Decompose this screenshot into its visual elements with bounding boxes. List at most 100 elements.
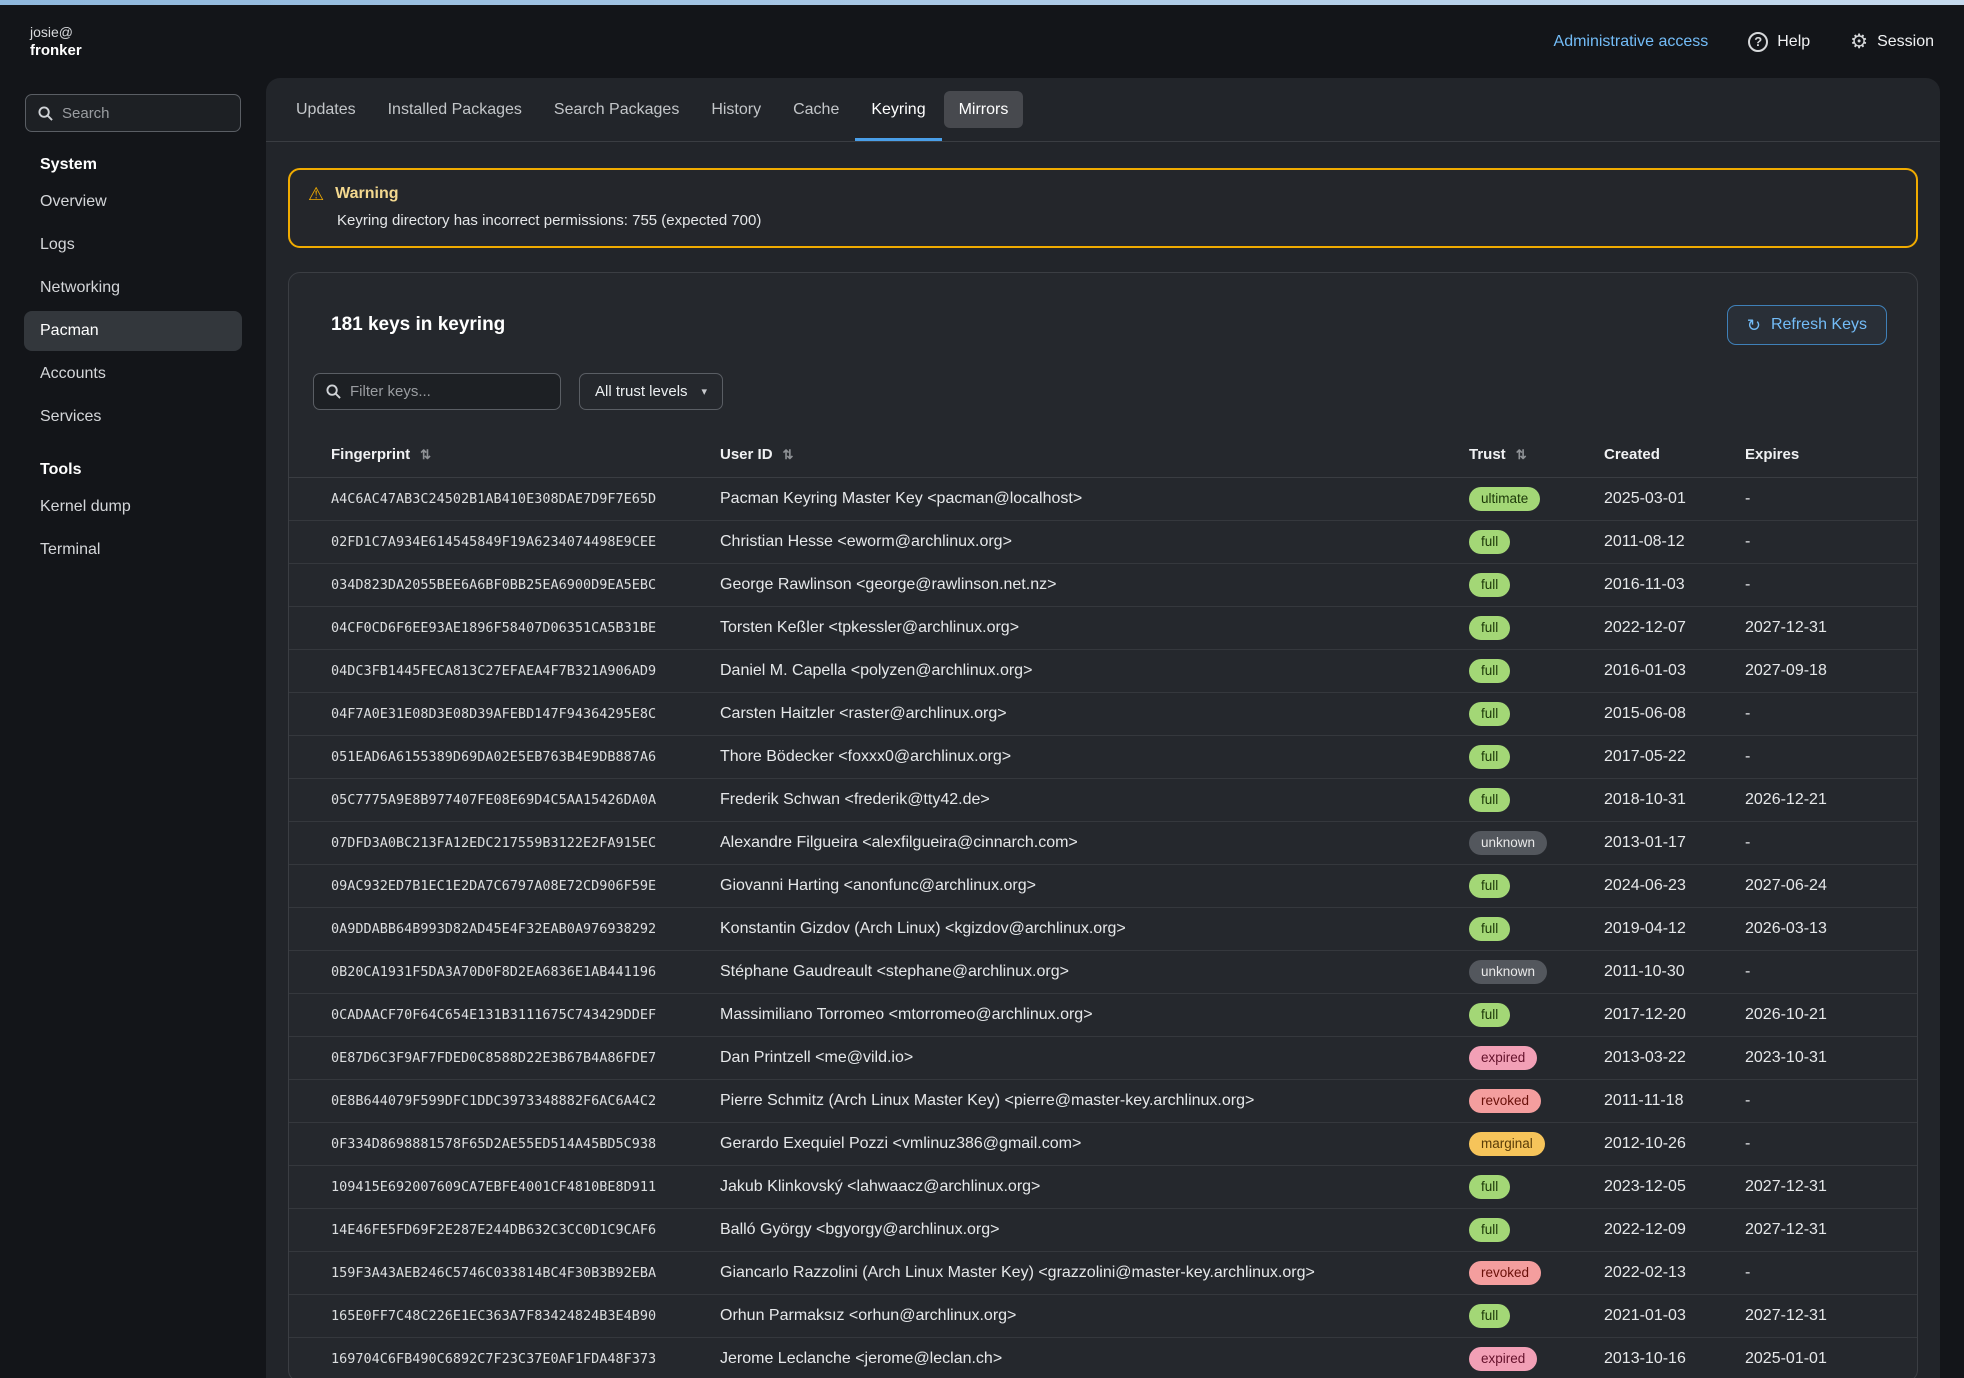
- trust-badge: expired: [1469, 1046, 1537, 1070]
- column-label-created: Created: [1604, 446, 1660, 463]
- tab-bar: UpdatesInstalled PackagesSearch Packages…: [266, 78, 1940, 142]
- trust-badge: unknown: [1469, 960, 1547, 984]
- key-user-id: Giovanni Harting <anonfunc@archlinux.org…: [720, 877, 1469, 895]
- masthead-host: fronker: [30, 41, 82, 61]
- trust-level-dropdown-label: All trust levels: [595, 383, 688, 400]
- key-created: 2016-01-03: [1604, 662, 1745, 680]
- column-header-user-id[interactable]: User ID ⇅: [720, 446, 1469, 463]
- column-header-trust[interactable]: Trust ⇅: [1469, 446, 1604, 463]
- trust-badge: full: [1469, 702, 1510, 726]
- column-header-fingerprint[interactable]: Fingerprint ⇅: [313, 446, 720, 463]
- sidebar-item-terminal[interactable]: Terminal: [24, 530, 242, 570]
- trust-badge: full: [1469, 1218, 1510, 1242]
- key-trust-cell: ultimate: [1469, 487, 1604, 511]
- trust-level-dropdown[interactable]: All trust levels ▾: [579, 373, 723, 410]
- sidebar-item-overview[interactable]: Overview: [24, 182, 242, 222]
- key-created: 2011-10-30: [1604, 963, 1745, 981]
- key-user-id: Christian Hesse <eworm@archlinux.org>: [720, 533, 1469, 551]
- table-row: A4C6AC47AB3C24502B1AB410E308DAE7D9F7E65D…: [289, 478, 1917, 521]
- column-header-expires: Expires: [1745, 446, 1893, 463]
- key-expires: -: [1745, 834, 1893, 852]
- masthead-actions: Administrative access ? Help ⚙ Session: [1554, 32, 1934, 52]
- key-expires: -: [1745, 748, 1893, 766]
- filter-keys-box[interactable]: [313, 373, 561, 410]
- chevron-down-icon: ▾: [702, 385, 708, 398]
- key-created: 2016-11-03: [1604, 576, 1745, 594]
- key-fingerprint: 109415E692007609CA7EBFE4001CF4810BE8D911: [313, 1179, 720, 1195]
- key-fingerprint: 04F7A0E31E08D3E08D39AFEBD147F94364295E8C: [313, 706, 720, 722]
- main-panel: UpdatesInstalled PackagesSearch Packages…: [266, 78, 1940, 1378]
- key-fingerprint: 0A9DDABB64B993D82AD45E4F32EAB0A976938292: [313, 921, 720, 937]
- keyring-card: 181 keys in keyring ↻ Refresh Keys A: [288, 272, 1918, 1378]
- help-menu-button[interactable]: ? Help: [1748, 32, 1810, 52]
- key-fingerprint: A4C6AC47AB3C24502B1AB410E308DAE7D9F7E65D: [313, 491, 720, 507]
- key-trust-cell: full: [1469, 616, 1604, 640]
- sidebar-item-services[interactable]: Services: [24, 397, 242, 437]
- key-user-id: Konstantin Gizdov (Arch Linux) <kgizdov@…: [720, 920, 1469, 938]
- sidebar-item-logs[interactable]: Logs: [24, 225, 242, 265]
- key-expires: 2027-12-31: [1745, 1307, 1893, 1325]
- key-user-id: Orhun Parmaksız <orhun@archlinux.org>: [720, 1307, 1469, 1325]
- table-row: 159F3A43AEB246C5746C033814BC4F30B3B92EBA…: [289, 1252, 1917, 1295]
- host-user-block: josie@ fronker: [30, 23, 82, 61]
- filter-keys-input[interactable]: [350, 383, 548, 400]
- tab-mirrors[interactable]: Mirrors: [944, 91, 1024, 128]
- key-trust-cell: marginal: [1469, 1132, 1604, 1156]
- gear-icon: ⚙: [1850, 32, 1868, 52]
- tab-installed-packages[interactable]: Installed Packages: [372, 78, 538, 141]
- key-fingerprint: 05C7775A9E8B977407FE08E69D4C5AA15426DA0A: [313, 792, 720, 808]
- trust-badge: unknown: [1469, 831, 1547, 855]
- trust-badge: full: [1469, 917, 1510, 941]
- page-layout: SystemOverviewLogsNetworkingPacmanAccoun…: [0, 78, 1964, 1378]
- key-trust-cell: full: [1469, 874, 1604, 898]
- key-created: 2021-01-03: [1604, 1307, 1745, 1325]
- tab-keyring[interactable]: Keyring: [855, 78, 941, 141]
- tab-search-packages[interactable]: Search Packages: [538, 78, 695, 141]
- table-row: 0B20CA1931F5DA3A70D0F8D2EA6836E1AB441196…: [289, 951, 1917, 994]
- column-label-expires: Expires: [1745, 446, 1799, 463]
- sidebar-item-pacman[interactable]: Pacman: [24, 311, 242, 351]
- tab-updates[interactable]: Updates: [280, 78, 372, 141]
- table-row: 0CADAACF70F64C654E131B3111675C743429DDEF…: [289, 994, 1917, 1037]
- refresh-keys-label: Refresh Keys: [1771, 316, 1867, 334]
- content-area: ⚠ Warning Keyring directory has incorrec…: [266, 142, 1940, 1378]
- tab-cache[interactable]: Cache: [777, 78, 855, 141]
- table-row: 04CF0CD6F6EE93AE1896F58407D06351CA5B31BE…: [289, 607, 1917, 650]
- key-user-id: Pierre Schmitz (Arch Linux Master Key) <…: [720, 1092, 1469, 1110]
- sidebar-search-input[interactable]: [62, 105, 228, 122]
- sidebar-item-kernel-dump[interactable]: Kernel dump: [24, 487, 242, 527]
- key-expires: 2026-10-21: [1745, 1006, 1893, 1024]
- sidebar-item-networking[interactable]: Networking: [24, 268, 242, 308]
- table-row: 04F7A0E31E08D3E08D39AFEBD147F94364295E8C…: [289, 693, 1917, 736]
- key-created: 2023-12-05: [1604, 1178, 1745, 1196]
- warning-alert: ⚠ Warning Keyring directory has incorrec…: [288, 168, 1918, 248]
- key-user-id: Pacman Keyring Master Key <pacman@localh…: [720, 490, 1469, 508]
- search-icon: [38, 106, 53, 121]
- key-trust-cell: full: [1469, 702, 1604, 726]
- key-trust-cell: unknown: [1469, 960, 1604, 984]
- key-expires: 2025-01-01: [1745, 1350, 1893, 1368]
- key-expires: 2027-09-18: [1745, 662, 1893, 680]
- sidebar-search[interactable]: [25, 94, 241, 132]
- tab-history[interactable]: History: [695, 78, 777, 141]
- key-created: 2015-06-08: [1604, 705, 1745, 723]
- sidebar-item-accounts[interactable]: Accounts: [24, 354, 242, 394]
- key-trust-cell: full: [1469, 1304, 1604, 1328]
- key-expires: -: [1745, 963, 1893, 981]
- key-user-id: Thore Bödecker <foxxx0@archlinux.org>: [720, 748, 1469, 766]
- table-row: 051EAD6A6155389D69DA02E5EB763B4E9DB887A6…: [289, 736, 1917, 779]
- session-label: Session: [1877, 33, 1934, 51]
- key-user-id: George Rawlinson <george@rawlinson.net.n…: [720, 576, 1469, 594]
- table-row: 02FD1C7A934E614545849F19A6234074498E9CEE…: [289, 521, 1917, 564]
- table-row: 0E8B644079F599DFC1DDC3973348882F6AC6A4C2…: [289, 1080, 1917, 1123]
- refresh-keys-button[interactable]: ↻ Refresh Keys: [1727, 305, 1887, 345]
- key-trust-cell: full: [1469, 1003, 1604, 1027]
- session-menu-button[interactable]: ⚙ Session: [1850, 32, 1934, 52]
- key-trust-cell: full: [1469, 573, 1604, 597]
- alert-title: Warning: [335, 185, 398, 203]
- key-fingerprint: 04DC3FB1445FECA813C27EFAEA4F7B321A906AD9: [313, 663, 720, 679]
- key-expires: 2027-12-31: [1745, 619, 1893, 637]
- administrative-access-button[interactable]: Administrative access: [1554, 33, 1709, 51]
- key-created: 2013-01-17: [1604, 834, 1745, 852]
- key-trust-cell: full: [1469, 917, 1604, 941]
